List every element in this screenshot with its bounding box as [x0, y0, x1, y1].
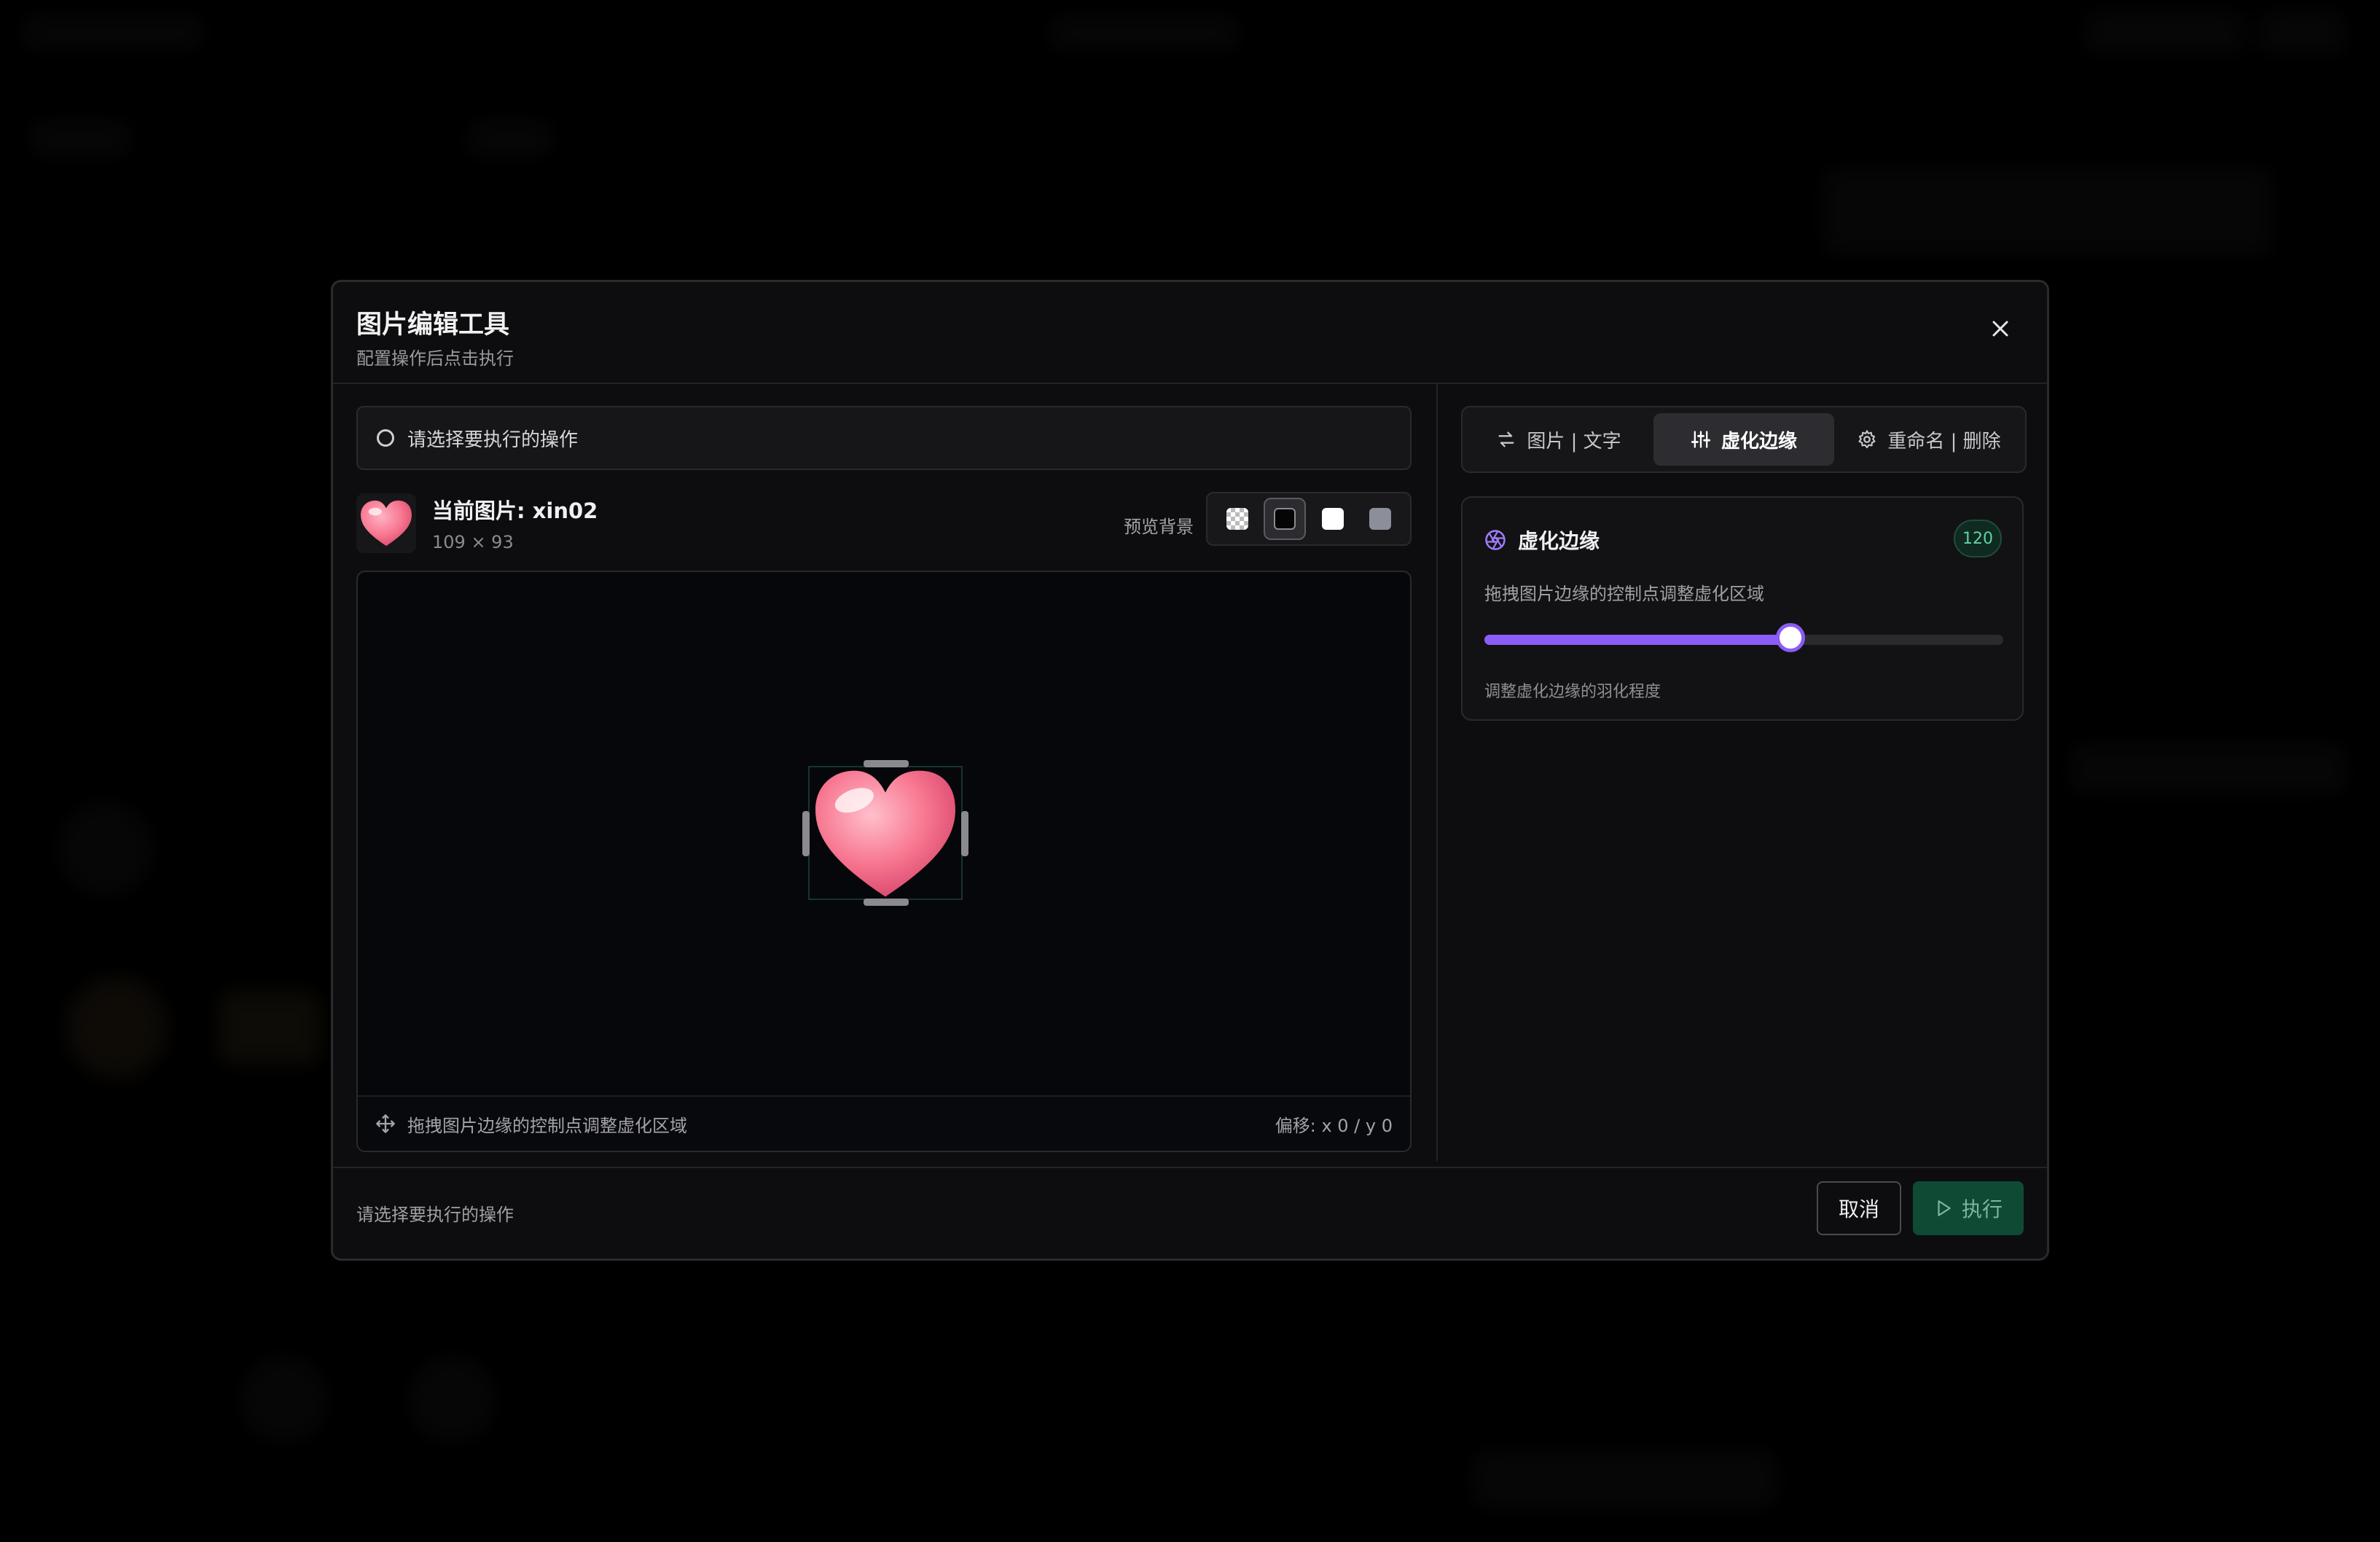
aperture-icon	[1485, 530, 1506, 550]
blur-slider-fill	[1484, 635, 1791, 645]
tab-rename-delete-label: 重命名 | 删除	[1887, 430, 2001, 453]
blur-slider-thumb[interactable]	[1776, 623, 1806, 652]
blur-slider[interactable]	[1484, 623, 2003, 652]
tab-image-text-label: 图片 | 文字	[1527, 430, 1621, 453]
operation-select[interactable]: 请选择要执行的操作	[356, 406, 1412, 470]
tab-rename-delete[interactable]: 重命名 | 删除	[1839, 413, 2019, 466]
tab-blur-edge[interactable]: 虚化边缘	[1653, 413, 1834, 466]
blur-handle-bottom[interactable]	[864, 899, 909, 906]
dialog-title: 图片编辑工具	[356, 310, 510, 340]
blur-handle-right[interactable]	[961, 811, 968, 856]
preview-panel: 请选择要执行的操作 当前图片: xin02 109 × 93 预览背景 拖拽图片…	[333, 383, 1438, 1161]
sliders-icon	[1691, 431, 1711, 448]
gray-swatch	[1369, 508, 1392, 530]
black-swatch	[1274, 508, 1296, 530]
white-swatch	[1321, 508, 1344, 530]
preview-background-picker	[1206, 492, 1412, 546]
blur-card-title: 虚化边缘	[1518, 529, 1600, 553]
footer-status: 请选择要执行的操作	[356, 1205, 514, 1225]
close-icon	[1992, 321, 2008, 337]
checker-swatch	[1226, 508, 1248, 530]
play-icon	[1938, 1200, 1951, 1216]
current-image-info: 当前图片: xin02 109 × 93	[356, 490, 598, 556]
blur-region[interactable]	[802, 760, 968, 906]
blur-card-description: 拖拽图片边缘的控制点调整虚化区域	[1484, 584, 1764, 604]
image-preview-canvas[interactable]: 拖拽图片边缘的控制点调整虚化区域 偏移: x 0 / y 0	[356, 571, 1412, 1152]
blur-value-badge: 120	[1954, 520, 2002, 557]
current-image-name: 当前图片: xin02	[432, 498, 598, 523]
dialog-footer: 请选择要执行的操作 取消 执行	[333, 1167, 2047, 1259]
settings-panel: 图片 | 文字 虚化边缘 重命名 | 删除 虚化边缘 120 拖拽图片边缘的控制…	[1438, 383, 2047, 1161]
preview-background-label: 预览背景	[1124, 517, 1194, 537]
bg-option-gray[interactable]	[1359, 498, 1401, 540]
image-edit-dialog: 图片编辑工具 配置操作后点击执行 请选择要执行的操作 当前图片: xin02 1…	[331, 280, 2049, 1261]
execute-button[interactable]: 执行	[1913, 1181, 2024, 1235]
operation-select-placeholder: 请选择要执行的操作	[407, 428, 579, 451]
radio-circle-icon	[377, 429, 394, 447]
swap-icon	[1498, 431, 1514, 447]
cancel-button[interactable]: 取消	[1817, 1181, 1901, 1235]
heart-preview-image	[815, 770, 955, 897]
heart-thumbnail-image	[361, 500, 412, 547]
execute-button-label: 执行	[1961, 1197, 2003, 1221]
operation-tabs: 图片 | 文字 虚化边缘 重命名 | 删除	[1461, 406, 2027, 473]
image-thumbnail	[356, 493, 416, 553]
dialog-subtitle: 配置操作后点击执行	[356, 348, 514, 369]
bg-option-white[interactable]	[1312, 498, 1354, 540]
bg-option-checker[interactable]	[1216, 498, 1258, 540]
dialog-header: 图片编辑工具 配置操作后点击执行	[333, 282, 2047, 384]
blur-card-header: 虚化边缘	[1484, 525, 1600, 555]
blur-card-hint: 调整虚化边缘的羽化程度	[1484, 683, 1661, 701]
blur-handle-left[interactable]	[802, 811, 810, 856]
preview-footer: 拖拽图片边缘的控制点调整虚化区域 偏移: x 0 / y 0	[358, 1095, 1410, 1151]
tab-image-text[interactable]: 图片 | 文字	[1468, 413, 1649, 466]
move-icon	[376, 1114, 395, 1133]
bg-option-black[interactable]	[1264, 498, 1307, 540]
gear-icon	[1858, 430, 1876, 449]
close-button[interactable]	[1981, 310, 2019, 348]
preview-hint: 拖拽图片边缘的控制点调整虚化区域	[407, 1115, 687, 1136]
blur-edge-card: 虚化边缘 120 拖拽图片边缘的控制点调整虚化区域 调整虚化边缘的羽化程度	[1461, 496, 2024, 721]
offset-readout: 偏移: x 0 / y 0	[1275, 1115, 1393, 1136]
blur-handle-top[interactable]	[864, 760, 909, 767]
tab-blur-edge-label: 虚化边缘	[1721, 430, 1797, 453]
current-image-dimensions: 109 × 93	[432, 532, 514, 552]
